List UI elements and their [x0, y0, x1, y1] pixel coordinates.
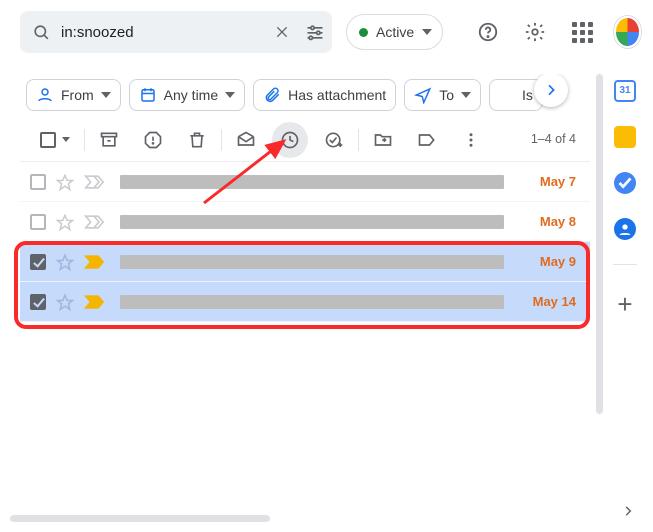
status-label: Active — [376, 24, 414, 40]
archive-button[interactable] — [99, 130, 119, 150]
row-checkbox[interactable] — [30, 174, 46, 190]
chip-label: To — [439, 87, 454, 103]
importance-icon[interactable] — [84, 254, 104, 270]
mail-row[interactable]: May 14 — [20, 282, 590, 322]
chevron-down-icon — [101, 92, 111, 98]
person-icon — [36, 86, 54, 104]
move-to-button[interactable] — [373, 130, 393, 150]
clear-search-icon[interactable] — [270, 14, 293, 50]
search-icon — [32, 23, 51, 42]
contacts-app-icon[interactable] — [614, 218, 636, 240]
search-options-icon[interactable] — [303, 14, 326, 50]
chip-anytime[interactable]: Any time — [129, 79, 245, 111]
chevron-right-icon — [543, 82, 559, 98]
importance-icon[interactable] — [84, 174, 104, 190]
row-checkbox[interactable] — [30, 294, 46, 310]
mark-unread-button[interactable] — [236, 130, 256, 150]
more-button[interactable] — [461, 130, 481, 150]
search-input[interactable] — [61, 24, 260, 41]
calendar-icon — [139, 86, 157, 104]
scrollbar-vertical[interactable] — [596, 74, 603, 414]
delete-button[interactable] — [187, 130, 207, 150]
star-icon[interactable] — [56, 293, 74, 311]
labels-button[interactable] — [417, 130, 437, 150]
chevron-down-icon — [225, 92, 235, 98]
status-chip[interactable]: Active — [346, 14, 443, 50]
search-box[interactable] — [20, 11, 332, 53]
chip-label: Any time — [164, 87, 218, 103]
chevron-down-icon — [62, 137, 70, 142]
row-checkbox[interactable] — [30, 214, 46, 230]
mail-row[interactable]: May 9 — [20, 242, 590, 282]
calendar-app-icon[interactable]: 31 — [614, 80, 636, 102]
chip-scroll-right[interactable] — [534, 74, 568, 107]
chip-label: From — [61, 87, 94, 103]
settings-icon[interactable] — [519, 12, 552, 52]
rail-separator — [613, 264, 637, 265]
mail-list: May 7 May 8 May 9 May 14 — [20, 162, 590, 322]
star-icon[interactable] — [56, 213, 74, 231]
mail-date: May 7 — [520, 174, 576, 189]
mail-date: May 8 — [520, 214, 576, 229]
apps-icon[interactable] — [566, 12, 599, 52]
chip-label: Has attachment — [288, 87, 386, 103]
tasks-app-icon[interactable] — [614, 172, 636, 194]
chevron-down-icon — [422, 29, 432, 35]
support-icon[interactable] — [471, 12, 504, 52]
checkbox-icon — [40, 132, 56, 148]
chip-attachment[interactable]: Has attachment — [253, 79, 396, 111]
mail-subject-placeholder — [120, 175, 504, 189]
mail-subject-placeholder — [120, 295, 504, 309]
filter-chip-bar: From Any time Has attachment To Is — [20, 74, 590, 116]
chevron-down-icon — [461, 92, 471, 98]
scrollbar-horizontal[interactable] — [10, 515, 270, 522]
clock-icon — [280, 130, 300, 150]
select-all-toggle[interactable] — [40, 132, 70, 148]
mail-date: May 14 — [520, 294, 576, 309]
report-spam-button[interactable] — [143, 130, 163, 150]
row-checkbox[interactable] — [30, 254, 46, 270]
chip-label: Is — [522, 87, 533, 103]
chip-to[interactable]: To — [404, 79, 481, 111]
keep-app-icon[interactable] — [614, 126, 636, 148]
attachment-icon — [263, 86, 281, 104]
add-app-button[interactable]: + — [617, 289, 632, 320]
pagination-count: 1–4 of 4 — [531, 132, 576, 146]
side-panel: 31 + — [603, 74, 647, 320]
add-to-tasks-button[interactable] — [324, 130, 344, 150]
star-icon[interactable] — [56, 173, 74, 191]
star-icon[interactable] — [56, 253, 74, 271]
mail-subject-placeholder — [120, 255, 504, 269]
importance-icon[interactable] — [84, 294, 104, 310]
snooze-button[interactable] — [272, 122, 308, 158]
mail-subject-placeholder — [120, 215, 504, 229]
side-panel-toggle[interactable] — [621, 504, 635, 518]
mail-row[interactable]: May 7 — [20, 162, 590, 202]
chip-from[interactable]: From — [26, 79, 121, 111]
account-avatar[interactable] — [614, 16, 641, 48]
mail-date: May 9 — [520, 254, 576, 269]
importance-icon[interactable] — [84, 214, 104, 230]
send-icon — [414, 86, 432, 104]
status-dot-icon — [359, 28, 368, 37]
mail-row[interactable]: May 8 — [20, 202, 590, 242]
action-toolbar: 1–4 of 4 — [20, 118, 590, 162]
